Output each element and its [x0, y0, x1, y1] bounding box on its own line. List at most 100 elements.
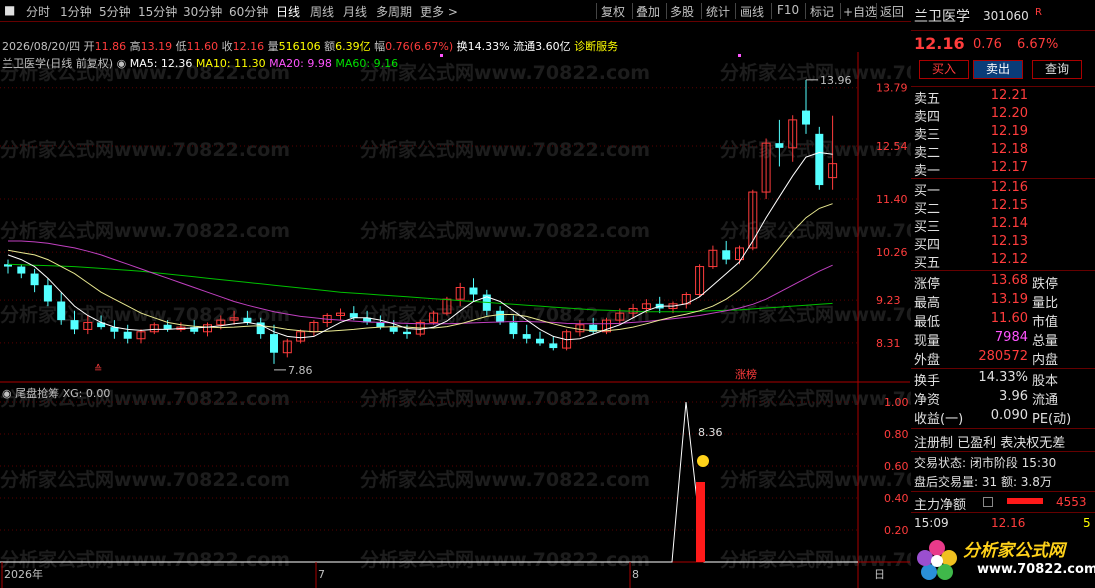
quote-row-label: 收益(一)	[914, 412, 964, 427]
tab-period-multi[interactable]: 多周期	[376, 3, 412, 20]
candle-body-down	[270, 334, 278, 353]
tab-period-15min[interactable]: 15分钟	[138, 3, 177, 20]
tab-period-60min[interactable]: 60分钟	[229, 3, 268, 20]
candle-body-down	[57, 301, 66, 321]
quote-row-value: 13.19	[990, 292, 1028, 307]
quote-row: 卖一 12.17	[911, 160, 1095, 179]
quote-row: 现量 7984 总量	[911, 330, 1095, 349]
candle-body-down	[243, 317, 252, 323]
signal-dot	[738, 54, 741, 57]
candle	[190, 320, 199, 335]
candle	[469, 278, 478, 302]
list-icon[interactable]	[983, 497, 993, 507]
quote-row-label-2: 内盘	[1032, 353, 1059, 368]
candle-body-down	[403, 331, 411, 335]
mark-button[interactable]: 标记	[810, 3, 834, 20]
quote-row: 买一 12.16	[911, 180, 1095, 199]
quote-row-value: 12.20	[990, 106, 1028, 121]
candle	[788, 115, 798, 162]
quote-row-label: 买三	[914, 220, 941, 235]
tab-period-more[interactable]: 更多 >	[420, 3, 458, 20]
price-tick-label: 11.40	[876, 193, 908, 206]
legend-toggle-icon[interactable]: ◉	[117, 57, 127, 70]
sell-button[interactable]: 卖出	[973, 60, 1023, 79]
price-tick-label: 13.79	[876, 82, 908, 95]
draw-line-button[interactable]: 画线	[740, 3, 764, 20]
candle-body-down	[123, 331, 132, 339]
candle	[70, 310, 79, 335]
quote-row-label: 卖二	[914, 146, 941, 161]
ma5-label: MA5: 12.36	[129, 57, 193, 70]
quote-row-value: 12.15	[990, 198, 1028, 213]
tab-period-1min[interactable]: 1分钟	[60, 3, 92, 20]
candle-body-down	[722, 250, 731, 260]
price-tick-label: 9.23	[876, 294, 901, 307]
flower-logo-icon	[917, 540, 957, 580]
candle	[149, 322, 159, 335]
quote-row-label: 卖一	[914, 164, 941, 179]
add-favorite-button[interactable]: +自选	[843, 3, 877, 20]
candle	[83, 315, 93, 335]
candle-body-down	[70, 320, 79, 330]
menu-square-icon[interactable]: ■	[4, 3, 15, 17]
ma10-line	[7, 203, 833, 333]
indicator-tick-label: 0.40	[884, 492, 909, 505]
ma20-label: MA20: 9.98	[269, 57, 332, 70]
tab-period-fenshi[interactable]: 分时	[26, 3, 50, 20]
kline-chart[interactable]: 13.79 12.54 11.40 10.26 9.23 8.31 13.96 7.86 涨榜 ≙…	[0, 52, 910, 588]
candle-body-down	[522, 334, 531, 339]
candle	[322, 313, 332, 328]
tab-period-30min[interactable]: 30分钟	[183, 3, 222, 20]
tick-time: 15:09	[914, 516, 949, 530]
quote-row-label: 换手	[914, 374, 941, 389]
quote-row: 买五 12.12	[911, 252, 1095, 271]
quote-row: 卖五 12.21	[911, 88, 1095, 107]
quote-row-value: 12.14	[990, 216, 1028, 231]
tick-volume: 5	[1083, 516, 1091, 530]
indicator-tick-label: 0.80	[884, 428, 909, 441]
candle	[229, 310, 239, 325]
candle	[602, 317, 611, 335]
time-axis-label: 8	[632, 568, 639, 581]
price-change: 0.76	[973, 37, 1002, 52]
quote-row: 买二 12.15	[911, 198, 1095, 217]
candle	[57, 292, 66, 325]
quote-panel: 兰卫医学 301060 R 12.16 0.76 6.67% 买入 卖出 查询 …	[911, 0, 1095, 588]
buy-button[interactable]: 买入	[919, 60, 969, 79]
query-button[interactable]: 查询	[1032, 60, 1082, 79]
price-tick-label: 8.31	[876, 337, 901, 350]
price-tick-label: 12.54	[876, 140, 908, 153]
stock-code: 301060	[983, 9, 1029, 23]
indicator-toggle-icon[interactable]: ◉	[2, 387, 12, 400]
quote-row-label: 外盘	[914, 353, 941, 368]
back-button[interactable]: 返回	[880, 3, 904, 20]
ma-legend: 兰卫医学(日线 前复权) ◉ MA5: 12.36 MA10: 11.30 MA…	[2, 55, 398, 71]
multi-stock-button[interactable]: 多股	[670, 3, 694, 20]
indicator-line	[0, 401, 858, 563]
candle	[4, 259, 12, 274]
tab-period-week[interactable]: 周线	[310, 3, 334, 20]
statistics-button[interactable]: 统计	[706, 3, 730, 20]
quote-row: 买三 12.14	[911, 216, 1095, 235]
indicator-title: 尾盘抢筹 XG: 0.00	[15, 387, 111, 400]
tab-period-day[interactable]: 日线	[276, 3, 300, 20]
quote-row: 涨停 13.68 跌停	[911, 273, 1095, 292]
candle-body-down	[469, 287, 478, 295]
tab-period-5min[interactable]: 5分钟	[99, 3, 131, 20]
candle-body-down	[496, 310, 505, 323]
quote-row-value: 14.33%	[978, 370, 1028, 385]
quote-row: 外盘 280572 内盘	[911, 349, 1095, 368]
time-axis-label: 7	[318, 568, 325, 581]
quote-row-label-2: 跌停	[1032, 277, 1059, 292]
quote-row: 净资 3.96 流通	[911, 389, 1095, 408]
f10-button[interactable]: F10	[777, 3, 799, 17]
fuquan-button[interactable]: 复权	[601, 3, 625, 20]
time-axis-label: 2026年	[4, 567, 43, 581]
tab-period-month[interactable]: 月线	[343, 3, 367, 20]
candle-body-down	[536, 338, 544, 344]
overlay-button[interactable]: 叠加	[636, 3, 660, 20]
candle	[828, 115, 838, 190]
quote-row: 卖四 12.20	[911, 106, 1095, 125]
candle-body-down	[509, 322, 518, 335]
indicator-bar	[696, 482, 705, 562]
